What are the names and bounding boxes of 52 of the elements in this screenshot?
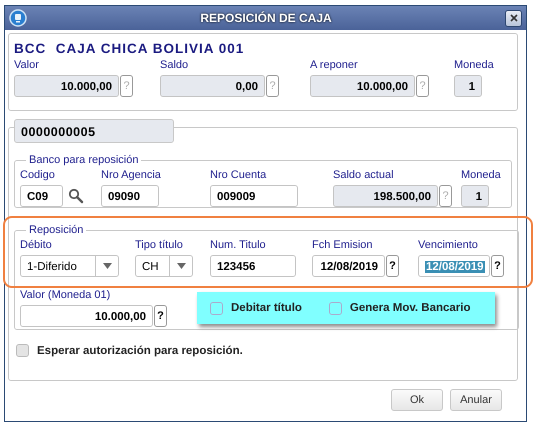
input-field[interactable]: 198.500,00 xyxy=(333,185,438,207)
checkbox-label: Debitar título xyxy=(231,302,302,314)
dropdown[interactable]: CH xyxy=(135,255,193,277)
dropdown-arrow-icon xyxy=(102,263,112,269)
field-label: Moneda xyxy=(454,59,495,72)
input-field[interactable]: 123456 xyxy=(210,255,296,277)
amount-field[interactable]: 1 xyxy=(454,75,482,97)
help-button[interactable]: ? xyxy=(491,255,504,277)
group-title: Banco para reposición xyxy=(28,154,140,166)
input-field[interactable]: C09 xyxy=(20,185,63,207)
field-label: Valor (Moneda 01) xyxy=(20,289,112,302)
dropdown[interactable]: 1-Diferido xyxy=(20,255,119,277)
field-label: Moneda xyxy=(461,169,501,182)
checkbox-label: Genera Mov. Bancario xyxy=(350,302,470,314)
checkbox[interactable] xyxy=(328,302,342,314)
field-label: Fch Emision xyxy=(312,239,374,252)
field-label: Codigo xyxy=(20,169,56,182)
checkbox[interactable] xyxy=(16,344,29,357)
close-icon xyxy=(510,14,518,22)
input-field[interactable]: 12/08/2019 xyxy=(312,255,385,277)
input-field[interactable]: 12/08/2019 xyxy=(418,255,490,277)
amount-field[interactable]: 10.000,00 xyxy=(310,75,415,97)
help-button[interactable]: ? xyxy=(386,255,399,277)
input-field[interactable]: 009009 xyxy=(210,185,298,207)
checkbox[interactable] xyxy=(210,302,223,314)
window-title: REPOSICIÓN DE CAJA xyxy=(199,11,333,25)
help-button[interactable]: ? xyxy=(154,305,167,327)
app-icon xyxy=(9,9,27,27)
field-label: Nro Agencia xyxy=(101,169,162,182)
search-icon[interactable] xyxy=(68,188,84,204)
group-title: Reposición xyxy=(28,224,84,236)
field-label: Nro Cuenta xyxy=(210,169,268,182)
field-label: Vencimiento xyxy=(418,239,479,252)
cancel-button[interactable]: Anular xyxy=(450,389,502,411)
field-label: Saldo xyxy=(160,59,190,72)
close-button[interactable] xyxy=(505,10,522,26)
dropdown-arrow-icon xyxy=(176,263,186,269)
amount-field[interactable]: 10.000,00 xyxy=(14,75,119,97)
field-label: Débito xyxy=(20,239,53,252)
input-field[interactable]: 09090 xyxy=(101,185,159,207)
input-field[interactable]: 1 xyxy=(461,185,489,207)
amount-field[interactable]: 0,00 xyxy=(160,75,265,97)
field-label: Saldo actual xyxy=(333,169,395,182)
field-label: A reponer xyxy=(310,59,359,72)
field-label: Tipo título xyxy=(135,239,184,252)
field-label: Valor xyxy=(14,59,40,72)
record-tab[interactable]: 0000000005 xyxy=(14,119,174,143)
field-label: Num. Titulo xyxy=(210,239,267,252)
ok-button[interactable]: Ok xyxy=(391,389,443,411)
cash-box-title: BCC CAJA CHICA BOLIVIA 001 xyxy=(14,41,246,56)
checkbox-label: Esperar autorización para reposición. xyxy=(37,344,243,356)
amount-field[interactable]: 10.000,00 xyxy=(20,305,153,327)
